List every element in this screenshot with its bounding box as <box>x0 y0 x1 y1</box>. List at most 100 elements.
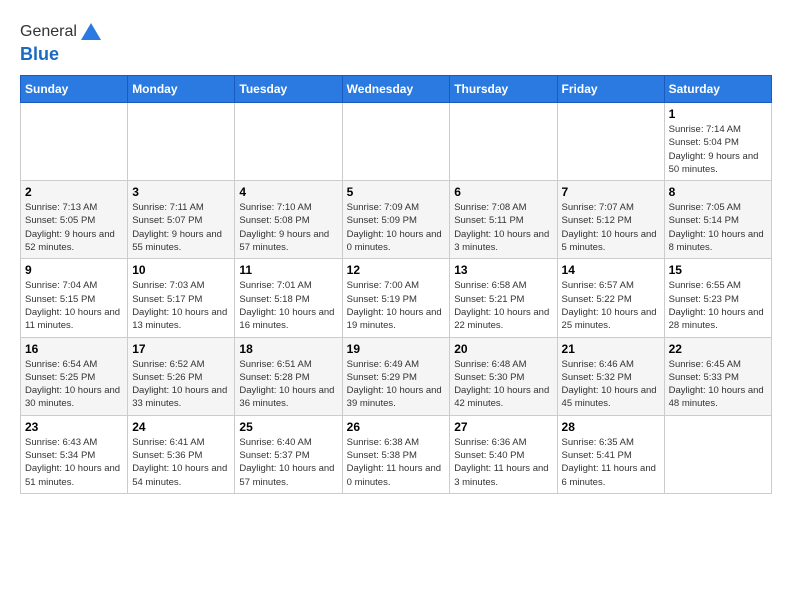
day-info: Sunrise: 7:07 AM Sunset: 5:12 PM Dayligh… <box>562 201 660 254</box>
calendar-cell: 3 Sunrise: 7:11 AM Sunset: 5:07 PM Daylig… <box>128 181 235 259</box>
calendar-table: SundayMondayTuesdayWednesdayThursdayFrid… <box>20 75 772 494</box>
logo-blue-text: Blue <box>20 44 103 65</box>
calendar-week-row: 23Sunrise: 6:43 AM Sunset: 5:34 PM Dayli… <box>21 415 772 493</box>
day-info: Sunrise: 7:10 AM Sunset: 5:08 PM Dayligh… <box>239 201 337 254</box>
day-info: Sunrise: 7:04 AM Sunset: 5:15 PM Dayligh… <box>25 279 123 332</box>
calendar-cell: 21 Sunrise: 6:46 AM Sunset: 5:32 PM Dayli… <box>557 337 664 415</box>
calendar-week-row: 2 Sunrise: 7:13 AM Sunset: 5:05 PM Daylig… <box>21 181 772 259</box>
day-info: Sunrise: 6:57 AM Sunset: 5:22 PM Dayligh… <box>562 279 660 332</box>
day-number: 16 <box>25 342 123 356</box>
day-info: Sunrise: 6:46 AM Sunset: 5:32 PM Dayligh… <box>562 358 660 411</box>
day-info: Sunrise: 6:48 AM Sunset: 5:30 PM Dayligh… <box>454 358 552 411</box>
day-info: Sunrise: 6:45 AM Sunset: 5:33 PM Dayligh… <box>669 358 767 411</box>
calendar-cell: 18 Sunrise: 6:51 AM Sunset: 5:28 PM Dayli… <box>235 337 342 415</box>
day-info: Sunrise: 6:38 AM Sunset: 5:38 PM Dayligh… <box>347 436 446 489</box>
day-number: 3 <box>132 185 230 199</box>
calendar-cell <box>21 103 128 181</box>
day-info: Sunrise: 7:03 AM Sunset: 5:17 PM Dayligh… <box>132 279 230 332</box>
day-info: Sunrise: 7:00 AM Sunset: 5:19 PM Dayligh… <box>347 279 446 332</box>
day-number: 28 <box>562 420 660 434</box>
day-info: Sunrise: 6:51 AM Sunset: 5:28 PM Dayligh… <box>239 358 337 411</box>
calendar-cell: 9 Sunrise: 7:04 AM Sunset: 5:15 PM Daylig… <box>21 259 128 337</box>
calendar-cell <box>128 103 235 181</box>
calendar-cell: 14 Sunrise: 6:57 AM Sunset: 5:22 PM Dayli… <box>557 259 664 337</box>
day-info: Sunrise: 6:52 AM Sunset: 5:26 PM Dayligh… <box>132 358 230 411</box>
weekday-header-cell: Wednesday <box>342 76 450 103</box>
logo: General Blue <box>20 20 103 65</box>
calendar-week-row: 1 Sunrise: 7:14 AM Sunset: 5:04 PM Daylig… <box>21 103 772 181</box>
calendar-cell: 19 Sunrise: 6:49 AM Sunset: 5:29 PM Dayli… <box>342 337 450 415</box>
day-info: Sunrise: 6:41 AM Sunset: 5:36 PM Dayligh… <box>132 436 230 489</box>
day-info: Sunrise: 7:09 AM Sunset: 5:09 PM Dayligh… <box>347 201 446 254</box>
calendar-cell <box>557 103 664 181</box>
weekday-header-cell: Monday <box>128 76 235 103</box>
calendar-cell: 15 Sunrise: 6:55 AM Sunset: 5:23 PM Dayli… <box>664 259 771 337</box>
day-number: 11 <box>239 263 337 277</box>
calendar-cell: 2 Sunrise: 7:13 AM Sunset: 5:05 PM Daylig… <box>21 181 128 259</box>
day-number: 26 <box>347 420 446 434</box>
weekday-header-cell: Friday <box>557 76 664 103</box>
calendar-cell: 11 Sunrise: 7:01 AM Sunset: 5:18 PM Dayli… <box>235 259 342 337</box>
calendar-cell <box>342 103 450 181</box>
day-number: 19 <box>347 342 446 356</box>
calendar-cell: 22Sunrise: 6:45 AM Sunset: 5:33 PM Dayli… <box>664 337 771 415</box>
day-number: 21 <box>562 342 660 356</box>
day-number: 7 <box>562 185 660 199</box>
weekday-header-cell: Tuesday <box>235 76 342 103</box>
day-number: 5 <box>347 185 446 199</box>
day-number: 13 <box>454 263 552 277</box>
header: General Blue <box>20 20 772 65</box>
day-number: 12 <box>347 263 446 277</box>
day-number: 6 <box>454 185 552 199</box>
day-number: 14 <box>562 263 660 277</box>
day-info: Sunrise: 6:40 AM Sunset: 5:37 PM Dayligh… <box>239 436 337 489</box>
calendar-cell: 20 Sunrise: 6:48 AM Sunset: 5:30 PM Dayli… <box>450 337 557 415</box>
day-number: 2 <box>25 185 123 199</box>
calendar-cell: 13 Sunrise: 6:58 AM Sunset: 5:21 PM Dayli… <box>450 259 557 337</box>
calendar-cell: 1 Sunrise: 7:14 AM Sunset: 5:04 PM Daylig… <box>664 103 771 181</box>
calendar-cell: 23Sunrise: 6:43 AM Sunset: 5:34 PM Dayli… <box>21 415 128 493</box>
logo-icon <box>79 20 103 44</box>
calendar-cell: 5 Sunrise: 7:09 AM Sunset: 5:09 PM Daylig… <box>342 181 450 259</box>
day-info: Sunrise: 7:13 AM Sunset: 5:05 PM Dayligh… <box>25 201 123 254</box>
day-number: 18 <box>239 342 337 356</box>
calendar-cell: 7 Sunrise: 7:07 AM Sunset: 5:12 PM Daylig… <box>557 181 664 259</box>
calendar-cell: 4 Sunrise: 7:10 AM Sunset: 5:08 PM Daylig… <box>235 181 342 259</box>
calendar-cell: 27Sunrise: 6:36 AM Sunset: 5:40 PM Dayli… <box>450 415 557 493</box>
day-info: Sunrise: 6:58 AM Sunset: 5:21 PM Dayligh… <box>454 279 552 332</box>
day-info: Sunrise: 7:08 AM Sunset: 5:11 PM Dayligh… <box>454 201 552 254</box>
calendar-cell: 10Sunrise: 7:03 AM Sunset: 5:17 PM Dayli… <box>128 259 235 337</box>
day-info: Sunrise: 7:14 AM Sunset: 5:04 PM Dayligh… <box>669 123 767 176</box>
day-number: 9 <box>25 263 123 277</box>
day-number: 24 <box>132 420 230 434</box>
day-info: Sunrise: 7:01 AM Sunset: 5:18 PM Dayligh… <box>239 279 337 332</box>
weekday-header-cell: Thursday <box>450 76 557 103</box>
day-number: 4 <box>239 185 337 199</box>
day-info: Sunrise: 7:11 AM Sunset: 5:07 PM Dayligh… <box>132 201 230 254</box>
calendar-cell <box>664 415 771 493</box>
day-info: Sunrise: 6:49 AM Sunset: 5:29 PM Dayligh… <box>347 358 446 411</box>
calendar-cell <box>450 103 557 181</box>
calendar-cell: 16 Sunrise: 6:54 AM Sunset: 5:25 PM Dayli… <box>21 337 128 415</box>
calendar-week-row: 16 Sunrise: 6:54 AM Sunset: 5:25 PM Dayli… <box>21 337 772 415</box>
day-number: 15 <box>669 263 767 277</box>
calendar-cell: 17 Sunrise: 6:52 AM Sunset: 5:26 PM Dayli… <box>128 337 235 415</box>
calendar-body: 1 Sunrise: 7:14 AM Sunset: 5:04 PM Daylig… <box>21 103 772 494</box>
day-number: 27 <box>454 420 552 434</box>
day-info: Sunrise: 6:55 AM Sunset: 5:23 PM Dayligh… <box>669 279 767 332</box>
calendar-cell: 12 Sunrise: 7:00 AM Sunset: 5:19 PM Dayli… <box>342 259 450 337</box>
weekday-header-row: SundayMondayTuesdayWednesdayThursdayFrid… <box>21 76 772 103</box>
day-number: 17 <box>132 342 230 356</box>
calendar-cell: 6 Sunrise: 7:08 AM Sunset: 5:11 PM Daylig… <box>450 181 557 259</box>
calendar-cell: 24 Sunrise: 6:41 AM Sunset: 5:36 PM Dayli… <box>128 415 235 493</box>
weekday-header-cell: Saturday <box>664 76 771 103</box>
day-number: 1 <box>669 107 767 121</box>
calendar-cell: 28Sunrise: 6:35 AM Sunset: 5:41 PM Dayli… <box>557 415 664 493</box>
day-info: Sunrise: 6:54 AM Sunset: 5:25 PM Dayligh… <box>25 358 123 411</box>
calendar-week-row: 9 Sunrise: 7:04 AM Sunset: 5:15 PM Daylig… <box>21 259 772 337</box>
day-number: 25 <box>239 420 337 434</box>
weekday-header-cell: Sunday <box>21 76 128 103</box>
day-info: Sunrise: 6:43 AM Sunset: 5:34 PM Dayligh… <box>25 436 123 489</box>
calendar-cell: 8Sunrise: 7:05 AM Sunset: 5:14 PM Daylig… <box>664 181 771 259</box>
day-number: 20 <box>454 342 552 356</box>
